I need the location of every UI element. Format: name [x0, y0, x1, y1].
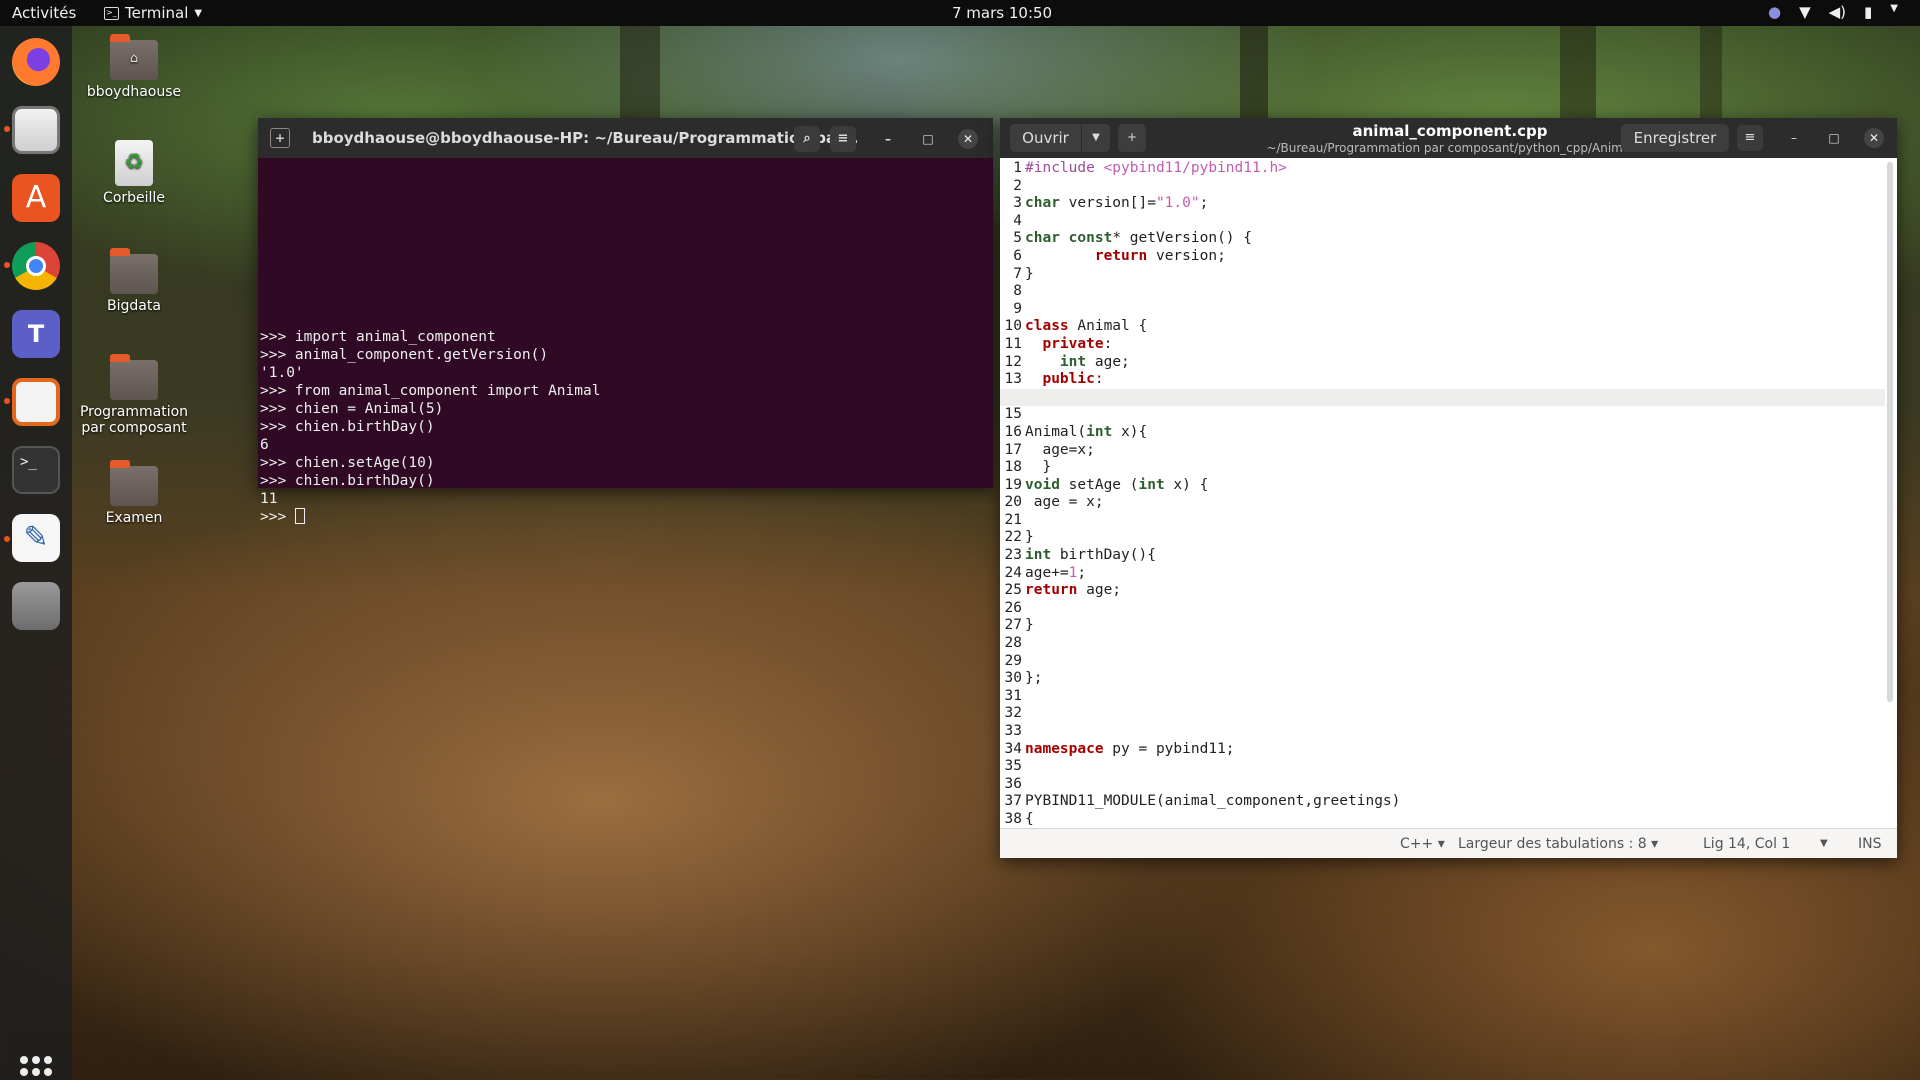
running-indicator [4, 536, 10, 542]
minimize-icon[interactable]: – [1784, 128, 1804, 148]
terminal-line: >>> chien = Animal(5) [260, 401, 444, 417]
desktop-icon-examen[interactable]: Examen [74, 460, 194, 526]
chevron-down-icon: ▼ [194, 7, 203, 19]
folder-icon [110, 248, 158, 294]
terminal-output[interactable]: >>> import animal_component >>> animal_co… [258, 158, 993, 525]
folder-icon [110, 354, 158, 400]
impress-icon[interactable] [12, 378, 60, 426]
desktop-icon-label: Bigdata [107, 298, 161, 314]
desktop-icon-label: bboydhaouse [86, 84, 182, 100]
chevron-down-icon[interactable]: ▼ [1820, 838, 1828, 849]
home-folder-icon: ⌂ [110, 34, 158, 80]
maximize-icon[interactable]: □ [918, 129, 938, 149]
text-editor-icon[interactable]: ✎ [12, 514, 60, 562]
chrome-icon[interactable] [12, 242, 60, 290]
top-bar: Activités >_ Terminal ▼ 7 mars 10:50 ● ▼… [0, 0, 1920, 26]
chevron-down-icon[interactable]: ▼ [1890, 3, 1898, 21]
scrollbar[interactable] [1887, 162, 1893, 702]
status-bar: C++ ▾ Largeur des tabulations : 8 ▾ Lig … [1000, 828, 1897, 858]
files-icon[interactable] [12, 106, 60, 154]
close-icon[interactable]: ✕ [1864, 128, 1884, 148]
terminal-line: >>> from animal_component import Animal [260, 383, 601, 399]
terminal-icon[interactable]: >_ [12, 446, 60, 494]
new-document-icon[interactable]: + [1118, 124, 1146, 152]
drive-icon[interactable] [12, 582, 60, 630]
clock[interactable]: 7 mars 10:50 [952, 4, 1052, 22]
hamburger-menu-icon[interactable]: ≡ [830, 126, 856, 152]
code-editor[interactable]: 12345678910 11121314151617181920 2122232… [1000, 158, 1897, 828]
terminal-window[interactable]: + bboydhaouse@bboydhaouse-HP: ~/Bureau/P… [258, 118, 993, 525]
volume-icon[interactable]: ◀) [1829, 3, 1846, 21]
desktop-icon-label: Examen [105, 510, 163, 526]
code-text[interactable]: #include <pybind11/pybind11.h> char vers… [1000, 158, 1885, 828]
close-icon[interactable]: ✕ [958, 129, 978, 149]
save-button[interactable]: Enregistrer [1621, 124, 1729, 152]
desktop-icon-label: Programmation par composant [79, 404, 189, 436]
terminal-icon: >_ [104, 6, 119, 20]
terminal-titlebar[interactable]: + bboydhaouse@bboydhaouse-HP: ~/Bureau/P… [258, 118, 993, 158]
hamburger-menu-icon[interactable]: ≡ [1737, 125, 1763, 151]
desktop-icon-home[interactable]: ⌂ bboydhaouse [74, 34, 194, 100]
cursor-position[interactable]: Lig 14, Col 1 [1703, 836, 1790, 852]
text-editor-window[interactable]: Ouvrir ▼ + animal_component.cpp ~/Bureau… [1000, 118, 1897, 858]
terminal-line: >>> chien.birthDay() [260, 473, 435, 489]
app-menu[interactable]: >_ Terminal ▼ [104, 4, 202, 22]
running-indicator [4, 262, 10, 268]
dock: A T >_ ✎ [0, 26, 72, 1080]
battery-icon[interactable]: ▮ [1864, 3, 1872, 21]
terminal-line: 6 [260, 437, 269, 453]
folder-icon [110, 460, 158, 506]
search-icon[interactable]: ⌕ [794, 126, 820, 152]
wifi-icon[interactable]: ▼ [1799, 3, 1811, 21]
terminal-line: 11 [260, 491, 278, 507]
running-indicator [4, 398, 10, 404]
terminal-line: '1.0' [260, 365, 304, 381]
insert-mode: INS [1858, 836, 1882, 852]
running-indicator [4, 126, 10, 132]
terminal-line: >>> chien.setAge(10) [260, 455, 435, 471]
maximize-icon[interactable]: □ [1824, 128, 1844, 148]
open-button[interactable]: Ouvrir ▼ [1010, 124, 1110, 152]
terminal-lines: >>> import animal_component >>> animal_co… [260, 328, 600, 526]
activities-button[interactable]: Activités [12, 4, 76, 22]
app-menu-label: Terminal [125, 4, 189, 22]
cursor [294, 508, 305, 524]
terminal-line: >>> chien.birthDay() [260, 419, 435, 435]
trash-icon: ♻ [115, 140, 153, 186]
desktop-icon-bigdata[interactable]: Bigdata [74, 248, 194, 314]
teams-tray-icon[interactable]: ● [1768, 3, 1781, 21]
editor-headerbar[interactable]: Ouvrir ▼ + animal_component.cpp ~/Bureau… [1000, 118, 1897, 158]
tab-width-selector[interactable]: Largeur des tabulations : 8 ▾ [1458, 836, 1658, 852]
chevron-down-icon[interactable]: ▼ [1082, 124, 1110, 152]
desktop-icon-label: Corbeille [103, 190, 165, 206]
teams-icon[interactable]: T [12, 310, 60, 358]
software-center-icon[interactable]: A [12, 174, 60, 222]
terminal-line: >>> import animal_component [260, 329, 496, 345]
terminal-title: bboydhaouse@bboydhaouse-HP: ~/Bureau/Pro… [312, 129, 859, 147]
terminal-prompt[interactable]: >>> [260, 508, 600, 526]
line-numbers: 12345678910 11121314151617181920 2122232… [1004, 160, 1022, 827]
desktop-icon-trash[interactable]: ♻ Corbeille [74, 140, 194, 206]
system-tray[interactable]: ● ▼ ◀) ▮ ▼ [1768, 3, 1898, 21]
minimize-icon[interactable]: – [878, 129, 898, 149]
terminal-line: >>> animal_component.getVersion() [260, 347, 549, 363]
desktop-icon-programmation[interactable]: Programmation par composant [74, 354, 194, 436]
open-button-label[interactable]: Ouvrir [1010, 124, 1082, 152]
new-tab-icon[interactable]: + [270, 128, 290, 148]
firefox-icon[interactable] [12, 38, 60, 86]
show-applications-button[interactable] [20, 1056, 52, 1080]
language-selector[interactable]: C++ ▾ [1400, 836, 1445, 852]
current-line [1000, 388, 1885, 407]
